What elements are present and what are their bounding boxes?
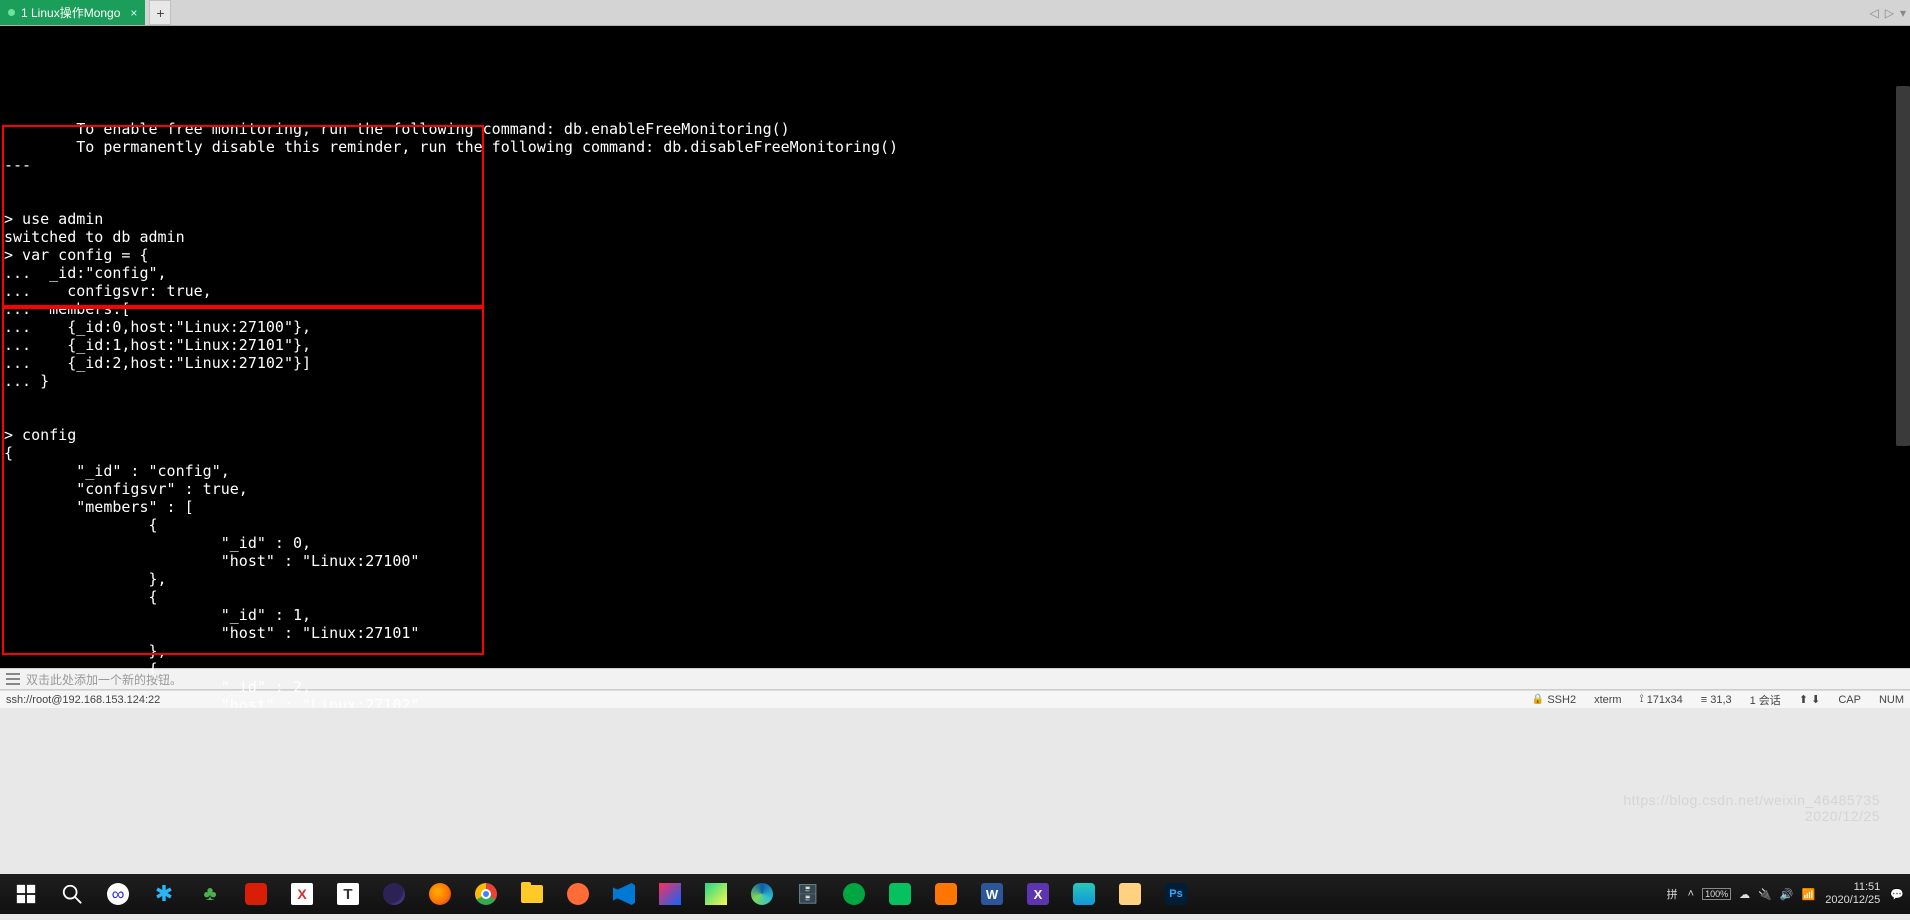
terminal-line: > use admin	[0, 210, 1910, 228]
desktop-gap: https://blog.csdn.net/weixin_46485735 20…	[0, 708, 1910, 874]
terminal-line: "_id" : "config",	[0, 462, 1910, 480]
taskbar-app-cloud[interactable]	[1062, 876, 1106, 912]
taskbar-app-intellij[interactable]	[648, 876, 692, 912]
terminal-line: > var config = {	[0, 246, 1910, 264]
terminal-line: },	[0, 570, 1910, 588]
taskbar-app-baidu[interactable]: ∞	[96, 876, 140, 912]
taskbar-app-firefox[interactable]	[418, 876, 462, 912]
terminal-line: "host" : "Linux:27100"	[0, 552, 1910, 570]
taskbar-app-postman[interactable]	[556, 876, 600, 912]
tray-clock[interactable]: 11:51 2020/12/25	[1825, 881, 1880, 907]
taskbar-app-orange[interactable]	[924, 876, 968, 912]
terminal-line: ---	[0, 156, 1910, 174]
terminal-line: },	[0, 642, 1910, 660]
terminal-line: "members" : [	[0, 498, 1910, 516]
terminal-line: To permanently disable this reminder, ru…	[0, 138, 1910, 156]
tabbar-nav: ◁ ▷ ▾	[1870, 0, 1910, 25]
tray-power-icon[interactable]: 🔌	[1758, 888, 1772, 901]
terminal-line: {	[0, 588, 1910, 606]
taskbar-app-avatar[interactable]	[1108, 876, 1152, 912]
taskbar-app-db[interactable]: 🗄️	[786, 876, 830, 912]
tray-volume-icon[interactable]: 🔊	[1780, 888, 1794, 901]
tray-time: 11:51	[1825, 881, 1880, 894]
terminal-line: ... {_id:1,host:"Linux:27101"},	[0, 336, 1910, 354]
add-tab-button[interactable]: +	[149, 0, 171, 25]
session-tab-active[interactable]: 1 Linux操作Mongo ×	[0, 0, 145, 25]
watermark-text: https://blog.csdn.net/weixin_46485735 20…	[1623, 792, 1880, 824]
tray-wifi-icon[interactable]: 📶	[1802, 888, 1816, 901]
terminal-line: ... configsvr: true,	[0, 282, 1910, 300]
taskbar-app-typora[interactable]: T	[326, 876, 370, 912]
tray-cloud-icon[interactable]: ☁	[1739, 888, 1750, 901]
tab-nav-right-icon[interactable]: ▷	[1885, 6, 1894, 20]
terminal-line: ... }	[0, 372, 1910, 390]
terminal-line: switched to db admin	[0, 228, 1910, 246]
taskbar-app-folder[interactable]	[510, 876, 554, 912]
taskbar-app-eclipse[interactable]	[372, 876, 416, 912]
tray-100-icon[interactable]: 100%	[1702, 888, 1731, 900]
terminal-line: ... {_id:2,host:"Linux:27102"}]	[0, 354, 1910, 372]
windows-taskbar: ∞ ✱ ♣ X T 🗄️ W X Ps 拼 ˄ 100% ☁ 🔌 🔊 📶 11:…	[0, 874, 1910, 914]
taskbar-app-chrome[interactable]	[464, 876, 508, 912]
tray-notifications-icon[interactable]: 💬	[1890, 888, 1904, 901]
taskbar-app-green[interactable]	[832, 876, 876, 912]
terminal-line: "_id" : 0,	[0, 534, 1910, 552]
taskbar-app-xshell[interactable]: X	[280, 876, 324, 912]
tab-nav-menu-icon[interactable]: ▾	[1900, 6, 1906, 20]
terminal-line: "configsvr" : true,	[0, 480, 1910, 498]
taskbar-app-netease[interactable]	[234, 876, 278, 912]
status-dot-icon	[8, 9, 15, 16]
session-tab-bar: 1 Linux操作Mongo × + ◁ ▷ ▾	[0, 0, 1910, 26]
terminal-line: > config	[0, 426, 1910, 444]
terminal-line: "host" : "Linux:27101"	[0, 624, 1910, 642]
terminal-line: ... members:[	[0, 300, 1910, 318]
terminal-line: ... _id:"config",	[0, 264, 1910, 282]
terminal-viewport[interactable]: To enable free monitoring, run the follo…	[0, 26, 1910, 668]
taskbar-app-wps-w[interactable]: W	[970, 876, 1014, 912]
taskbar-app-wechat[interactable]	[878, 876, 922, 912]
terminal-scrollbar[interactable]	[1896, 26, 1910, 668]
taskbar-app-wps-x[interactable]: X	[1016, 876, 1060, 912]
terminal-line: {	[0, 660, 1910, 678]
search-button[interactable]	[50, 876, 94, 912]
terminal-line: {	[0, 444, 1910, 462]
start-button[interactable]	[4, 876, 48, 912]
close-tab-button[interactable]: ×	[130, 6, 137, 20]
terminal-line: "_id" : 2,	[0, 678, 1910, 696]
tray-chevron-up-icon[interactable]: ˄	[1688, 888, 1694, 900]
taskbar-app-vscode[interactable]	[602, 876, 646, 912]
terminal-line: {	[0, 516, 1910, 534]
taskbar-app-ps[interactable]: Ps	[1154, 876, 1198, 912]
scrollbar-thumb[interactable]	[1896, 86, 1910, 446]
tab-title: 1 Linux操作Mongo	[21, 4, 120, 21]
taskbar-app-edge[interactable]	[740, 876, 784, 912]
tab-nav-left-icon[interactable]: ◁	[1870, 6, 1879, 20]
terminal-line: To enable free monitoring, run the follo…	[0, 120, 1910, 138]
taskbar-app-star[interactable]: ✱	[142, 876, 186, 912]
taskbar-app-leaf[interactable]: ♣	[188, 876, 232, 912]
taskbar-app-pycharm[interactable]	[694, 876, 738, 912]
terminal-line: "_id" : 1,	[0, 606, 1910, 624]
tray-ime[interactable]: 拼	[1667, 886, 1678, 902]
tray-date: 2020/12/25	[1825, 894, 1880, 907]
terminal-line: ... {_id:0,host:"Linux:27100"},	[0, 318, 1910, 336]
system-tray: 拼 ˄ 100% ☁ 🔌 🔊 📶 11:51 2020/12/25 💬	[1667, 874, 1904, 914]
tray-icons[interactable]: ˄ 100% ☁ 🔌 🔊 📶	[1688, 888, 1816, 901]
